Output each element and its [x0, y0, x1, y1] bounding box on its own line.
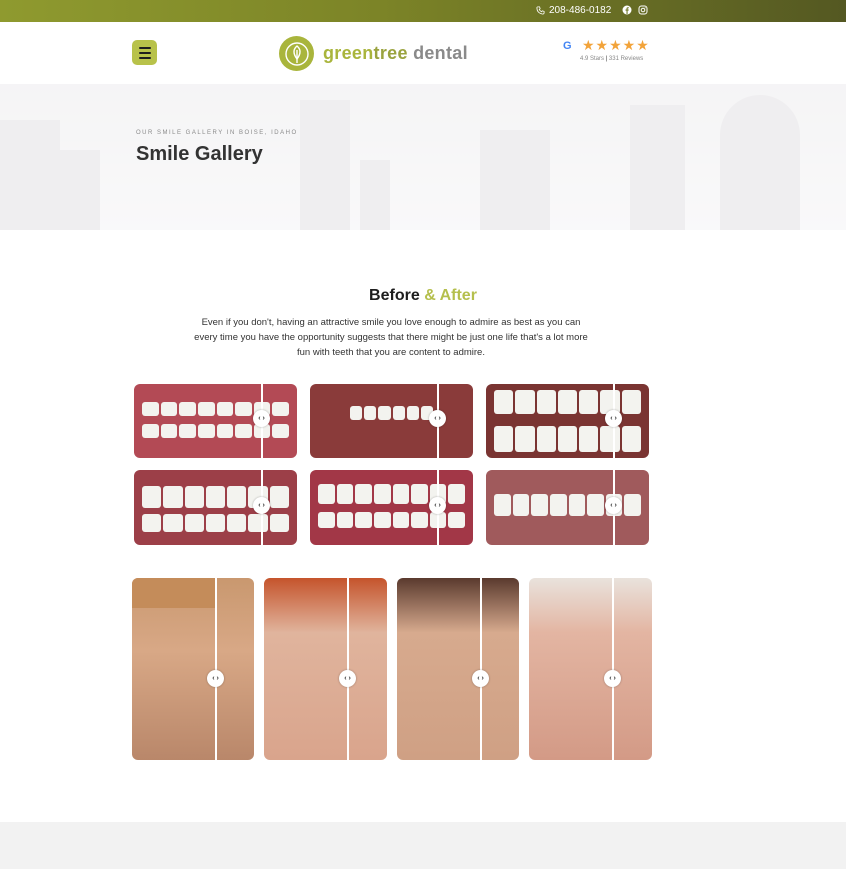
- smile-comparison-6[interactable]: ‹ ›: [486, 470, 649, 545]
- hero-eyebrow: OUR SMILE GALLERY IN BOISE, IDAHO: [136, 130, 298, 136]
- slider-handle[interactable]: ‹ ›: [604, 670, 621, 687]
- instagram-icon[interactable]: [638, 5, 648, 15]
- menu-button[interactable]: [132, 40, 157, 65]
- comparison-divider[interactable]: [215, 578, 217, 760]
- upper-teeth: [350, 406, 434, 420]
- portrait-comparison-1[interactable]: ‹ ›: [132, 578, 254, 760]
- hero-overlay: [0, 84, 846, 230]
- smile-comparison-2[interactable]: ‹ ›: [310, 384, 473, 458]
- smile-comparison-5[interactable]: ‹ ›: [310, 470, 473, 545]
- top-bar: 208-486-0182: [0, 0, 846, 22]
- rating-reviews: 331 Reviews: [608, 56, 644, 62]
- logo-wordmark: greentree dental: [323, 43, 468, 64]
- slider-handle[interactable]: ‹ ›: [472, 670, 489, 687]
- lower-teeth: [494, 426, 641, 452]
- rating-score: 4.9 Stars: [580, 56, 605, 62]
- slider-handle[interactable]: ‹ ›: [253, 497, 270, 514]
- lower-teeth: [318, 512, 465, 528]
- facebook-icon[interactable]: [622, 5, 632, 15]
- lower-teeth: [142, 424, 289, 438]
- slider-handle[interactable]: ‹ ›: [605, 497, 622, 514]
- heading-accent: & After: [424, 287, 477, 304]
- comparison-divider[interactable]: [347, 578, 349, 760]
- page-title: Smile Gallery: [136, 143, 263, 165]
- slider-handle[interactable]: ‹ ›: [339, 670, 356, 687]
- section-heading: Before & After: [0, 287, 846, 305]
- logo-word-dental: dental: [407, 43, 468, 63]
- footer-band: [0, 822, 846, 869]
- upper-teeth: [494, 390, 641, 414]
- intro-paragraph: Even if you don't, having an attractive …: [194, 317, 588, 358]
- portrait-comparison-4[interactable]: ‹ ›: [529, 578, 652, 760]
- phone-number: 208-486-0182: [549, 5, 612, 16]
- menu-icon-line: [138, 51, 151, 54]
- portrait-comparison-2[interactable]: ‹ ›: [264, 578, 387, 760]
- slider-handle[interactable]: ‹ ›: [605, 410, 622, 427]
- site-logo[interactable]: greentree dental: [279, 36, 468, 71]
- phone-link[interactable]: 208-486-0182: [536, 5, 611, 16]
- comparison-divider[interactable]: [480, 578, 482, 760]
- slider-handle[interactable]: ‹ ›: [429, 410, 446, 427]
- slider-handle[interactable]: ‹ ›: [253, 410, 270, 427]
- site-header: greentree dental G ★★★★★ 4.9 Stars | 331…: [0, 22, 846, 84]
- menu-icon-line: [138, 56, 151, 59]
- comparison-divider[interactable]: [612, 578, 614, 760]
- rating-summary: 4.9 Stars | 331 Reviews: [580, 56, 644, 62]
- phone-icon: [536, 6, 545, 15]
- smile-comparison-1[interactable]: ‹ ›: [134, 384, 297, 458]
- leaf-logo-icon: [279, 36, 314, 71]
- rating-stars: ★★★★★: [582, 37, 650, 53]
- hero-banner: OUR SMILE GALLERY IN BOISE, IDAHO Smile …: [0, 84, 846, 230]
- google-icon: G: [563, 40, 572, 52]
- menu-icon-line: [138, 46, 151, 49]
- slider-handle[interactable]: ‹ ›: [429, 497, 446, 514]
- smile-comparison-4[interactable]: ‹ ›: [134, 470, 297, 545]
- smile-comparison-3[interactable]: ‹ ›: [486, 384, 649, 458]
- slider-handle[interactable]: ‹ ›: [207, 670, 224, 687]
- logo-word-green: green: [323, 43, 374, 63]
- heading-main: Before: [369, 287, 420, 304]
- hair-area: [132, 578, 215, 608]
- logo-word-tree: tree: [373, 43, 408, 63]
- portrait-comparison-3[interactable]: ‹ ›: [397, 578, 519, 760]
- lower-teeth: [142, 514, 289, 532]
